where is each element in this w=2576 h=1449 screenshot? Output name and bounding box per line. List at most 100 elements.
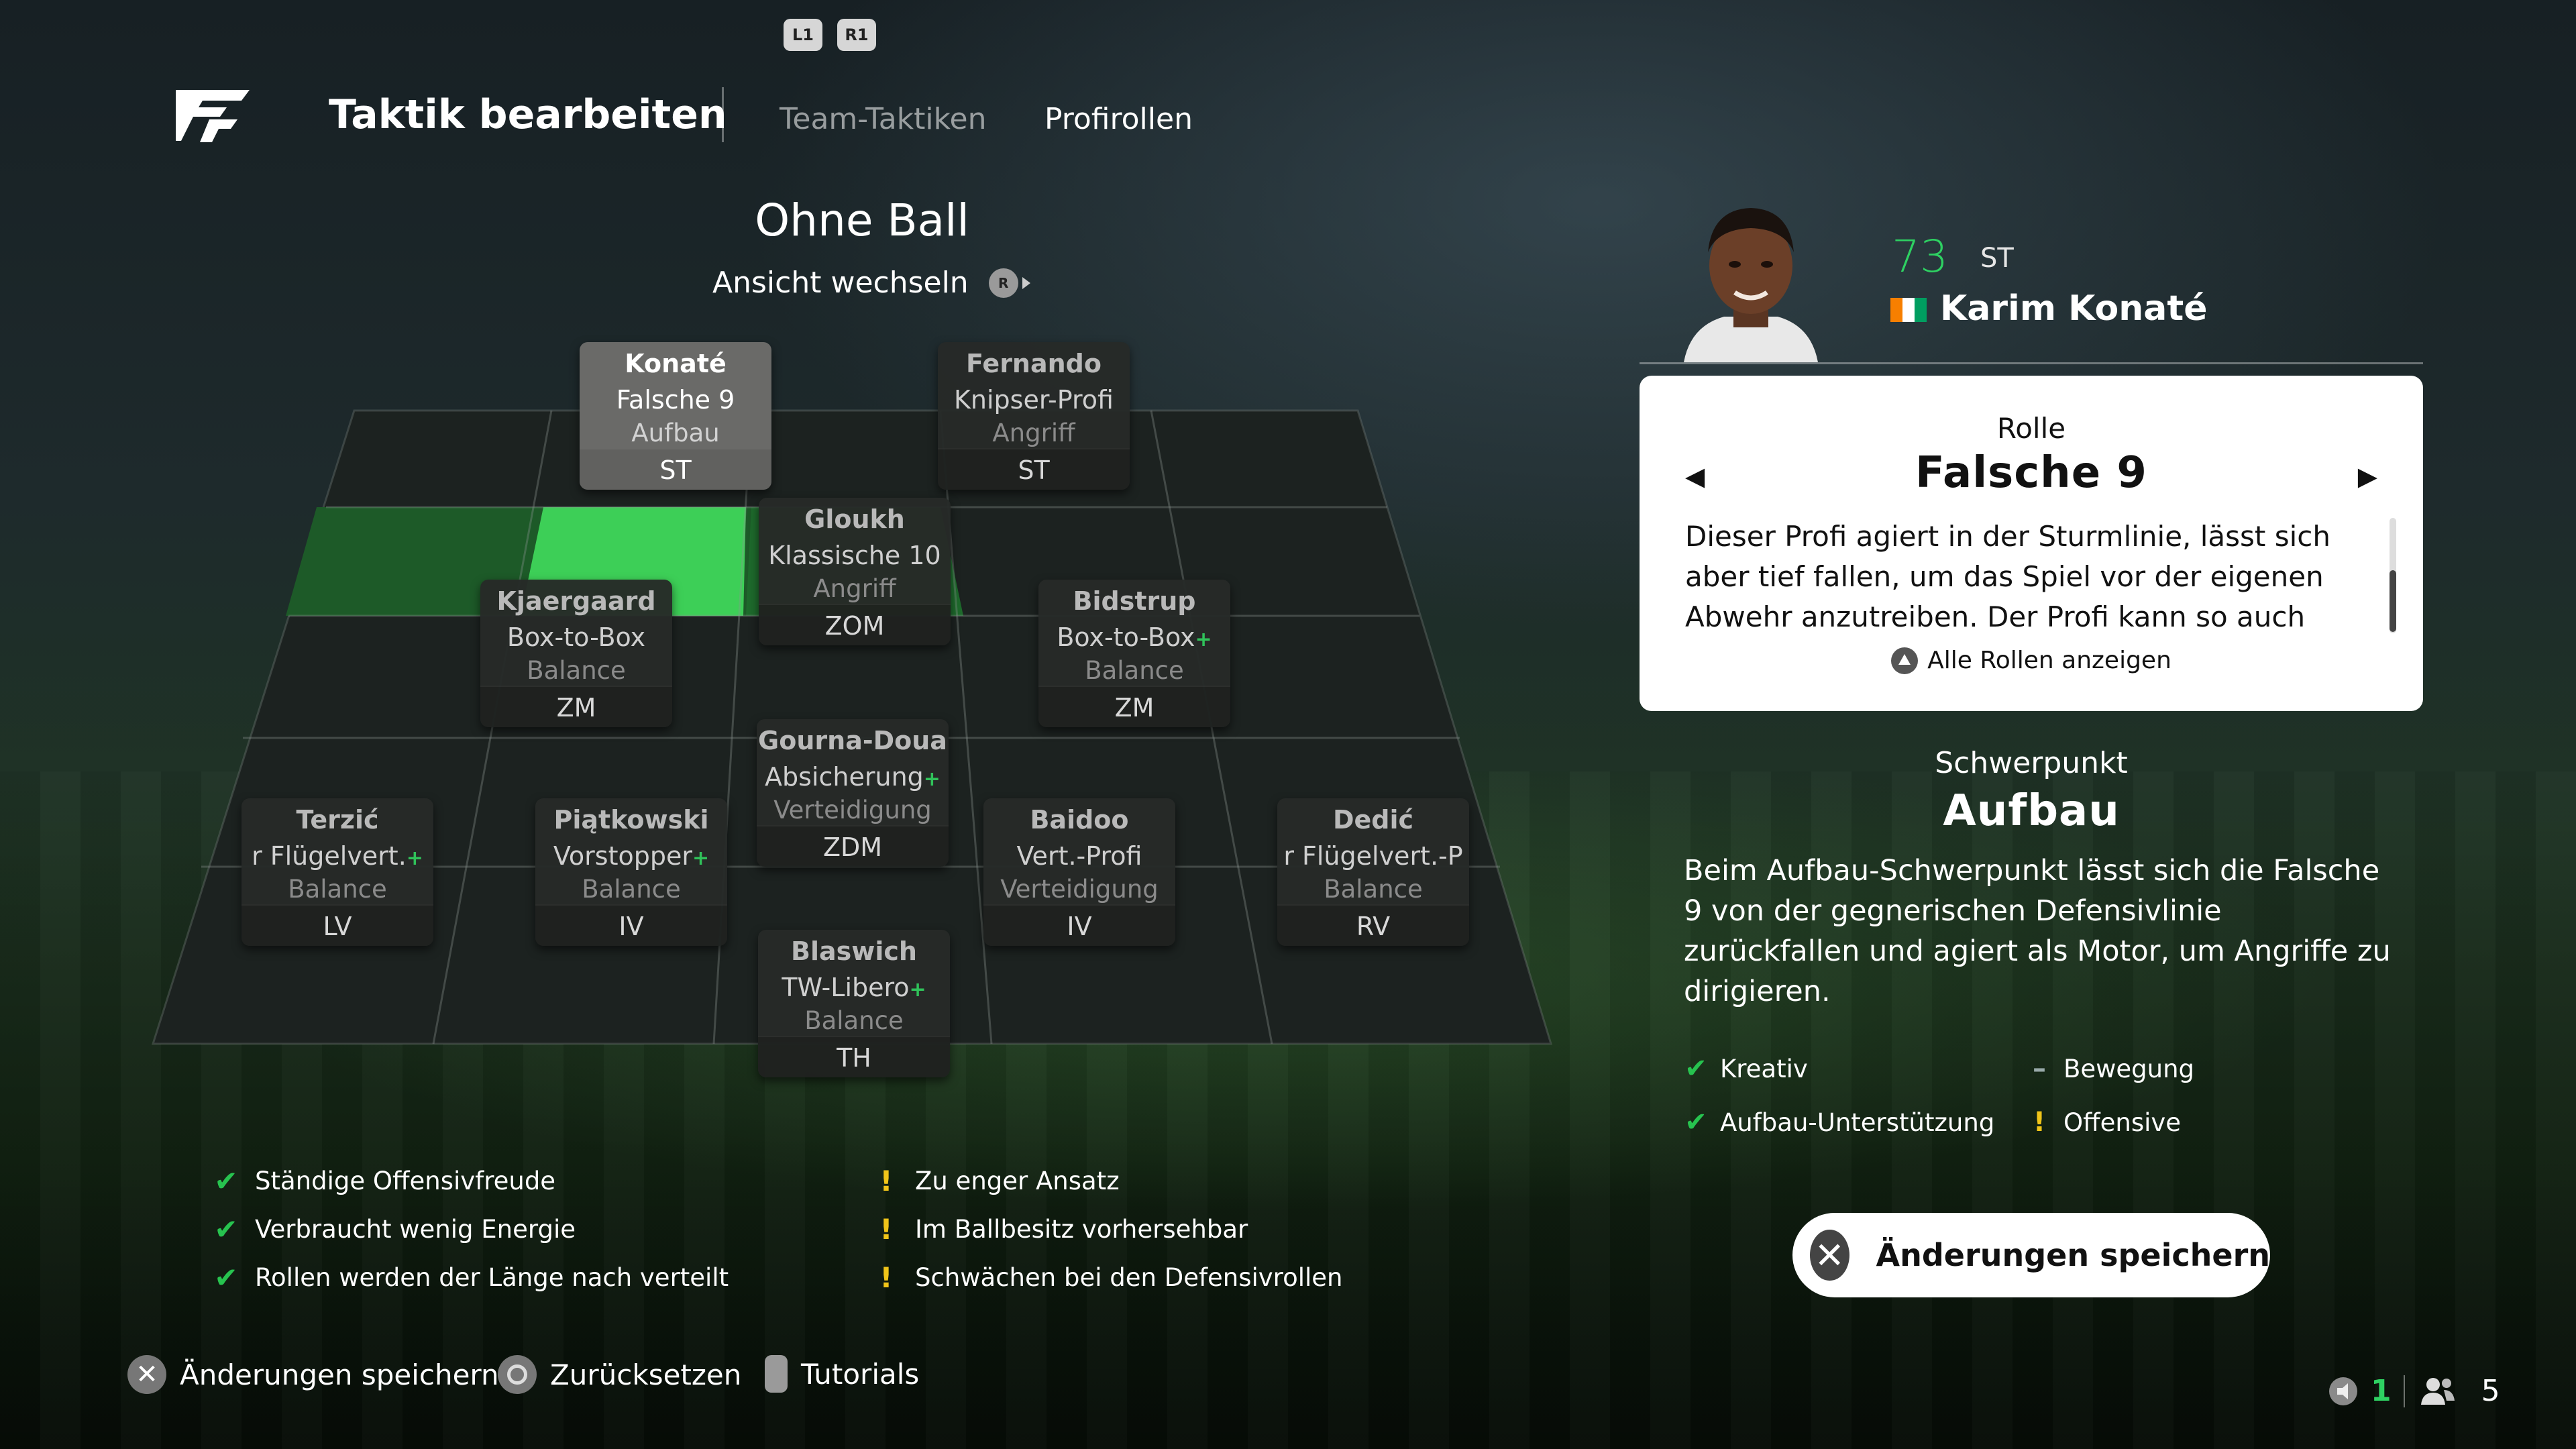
attribute-item: ✔ Kreativ — [1681, 1053, 1808, 1084]
player-role-text: Box-to-Box — [1057, 623, 1195, 652]
player-position: IV — [535, 904, 727, 946]
check-icon: ✔ — [214, 1164, 238, 1197]
ivory-coast-flag-icon — [1890, 298, 1927, 322]
player-position: ST — [938, 448, 1130, 490]
player-role: r Flügelvert.-P — [1283, 841, 1463, 871]
attribute-item: ✔ Aufbau-Unterstützung — [1681, 1107, 1994, 1138]
player-card[interactable]: Fernando Knipser-Profi Angriff ST — [938, 342, 1130, 490]
player-card[interactable]: Baidoo Vert.-Profi Verteidigung IV — [983, 798, 1175, 946]
player-position: ZOM — [759, 604, 951, 645]
player-name: Konaté — [625, 349, 727, 378]
footer-save-button[interactable]: ✕ Änderungen speichern — [127, 1355, 499, 1394]
tab-profirollen[interactable]: Profirollen — [1044, 102, 1193, 136]
list-item: ! Im Ballbesitz vorhersehbar — [868, 1205, 1343, 1253]
player-card[interactable]: Dedić r Flügelvert.-P Balance RV — [1277, 798, 1469, 946]
player-card[interactable]: Piątkowski Vorstopper+ Balance IV — [535, 798, 727, 946]
check-icon: ✔ — [1684, 1107, 1707, 1138]
list-item: ✔ Rollen werden der Länge nach verteilt — [208, 1253, 729, 1301]
player-card[interactable]: Bidstrup Box-to-Box+ Balance ZM — [1038, 580, 1230, 727]
player-name: Baidoo — [1030, 805, 1129, 835]
triangle-button-icon — [1891, 647, 1919, 674]
player-role-text: Vorstopper — [553, 841, 692, 871]
r1-bumper-icon[interactable]: R1 — [837, 19, 876, 51]
player-card[interactable]: Terzić r Flügelvert.+ Balance LV — [241, 798, 433, 946]
footer-save-label: Änderungen speichern — [180, 1358, 499, 1391]
player-position: ST — [580, 448, 771, 490]
player-role: Box-to-Box+ — [1038, 623, 1230, 652]
warning-icon: ! — [879, 1260, 893, 1294]
player-role-text: Absicherung — [765, 762, 924, 792]
player-name-header: Karim Konaté — [1940, 288, 2208, 329]
warning-icon: ! — [2033, 1107, 2046, 1138]
attribute-item: – Bewegung — [2025, 1053, 2194, 1084]
player-card[interactable]: Gourna-Doua Absicherung+ Verteidigung ZD… — [757, 719, 949, 867]
plus-icon: + — [692, 847, 710, 870]
l1-bumper-icon[interactable]: L1 — [784, 19, 822, 51]
attribute-label: Bewegung — [2063, 1054, 2195, 1083]
warning-icon: ! — [879, 1164, 893, 1197]
player-role-text: TW-Libero — [782, 973, 910, 1002]
footer-tutorials-button[interactable]: Tutorials — [765, 1355, 919, 1393]
focus-description: Beim Aufbau-Schwerpunkt lässt sich die F… — [1684, 854, 2391, 1008]
player-focus: Angriff — [992, 419, 1075, 447]
notification-icon[interactable] — [2328, 1376, 2359, 1407]
footer-reset-button[interactable]: Zurücksetzen — [498, 1355, 741, 1394]
player-focus: Verteidigung — [773, 796, 932, 824]
status-divider — [2403, 1375, 2405, 1407]
status-bar: 1 5 — [2328, 1374, 2500, 1408]
player-name: Terzić — [296, 805, 379, 835]
focus-label: Schwerpunkt — [1935, 746, 2128, 780]
player-focus: Balance — [1085, 656, 1184, 685]
player-card[interactable]: Kjaergaard Box-to-Box Balance ZM — [480, 580, 672, 727]
cross-button-icon: ✕ — [127, 1355, 166, 1394]
player-name: Gloukh — [804, 504, 905, 534]
player-role: Box-to-Box — [506, 623, 646, 652]
scrollbar-thumb[interactable] — [2390, 570, 2396, 632]
plus-icon: + — [1195, 628, 1212, 651]
dash-icon: – — [2033, 1053, 2046, 1084]
player-name: Dedić — [1332, 805, 1414, 835]
player-card[interactable]: Blaswich TW-Libero+ Balance TH — [758, 930, 950, 1077]
circle-button-icon — [498, 1355, 537, 1394]
player-name: Gourna-Doua — [758, 726, 947, 755]
player-card[interactable]: Konaté Falsche 9 Aufbau ST — [580, 342, 771, 490]
player-position: RV — [1277, 904, 1469, 946]
warning-icon: ! — [879, 1212, 893, 1246]
player-card[interactable]: Gloukh Klassische 10 Angriff ZOM — [759, 498, 951, 645]
player-role: r Flügelvert.+ — [241, 841, 433, 871]
player-role: Absicherung+ — [757, 762, 949, 792]
player-position: ZM — [1038, 686, 1230, 727]
next-role-icon[interactable]: ▶ — [2358, 462, 2377, 491]
player-position: ZDM — [757, 825, 949, 867]
weakness-label: Im Ballbesitz vorhersehbar — [915, 1214, 1248, 1244]
tab-team-taktiken[interactable]: Team-Taktiken — [780, 102, 987, 136]
role-label: Rolle — [1996, 412, 2066, 445]
page-title: Taktik bearbeiten — [329, 91, 727, 138]
strength-label: Verbraucht wenig Energie — [255, 1214, 576, 1244]
save-changes-label: Änderungen speichern — [1876, 1237, 2270, 1273]
player-focus: Balance — [1324, 875, 1423, 904]
player-position: ZM — [480, 686, 672, 727]
r-stick-icon: R — [988, 268, 1030, 298]
weaknesses-list: ! Zu enger Ansatz ! Im Ballbesitz vorherse… — [868, 1157, 1343, 1301]
player-role: Knipser-Profi — [954, 385, 1114, 415]
all-roles-link[interactable]: Alle Rollen anzeigen — [1640, 647, 2423, 674]
role-name: Falsche 9 — [1915, 448, 2147, 498]
player-name: Blaswich — [791, 936, 917, 966]
role-panel: Rolle ◀ Falsche 9 ▶ Dieser Profi agiert … — [1640, 376, 2423, 711]
save-changes-button[interactable]: ✕ Änderungen speichern — [1792, 1213, 2270, 1297]
player-position: TH — [758, 1036, 950, 1077]
cross-button-icon: ✕ — [1810, 1230, 1849, 1281]
header-separator — [1640, 362, 2423, 364]
player-focus: Balance — [288, 875, 387, 904]
check-icon: ✔ — [214, 1212, 238, 1246]
player-rating: 73 — [1892, 231, 1948, 282]
switch-view-control[interactable]: Ansicht wechseln R — [712, 266, 1030, 300]
list-item: ! Schwächen bei den Defensivrollen — [868, 1253, 1342, 1301]
friends-icon[interactable] — [2417, 1375, 2457, 1407]
attribute-label: Kreativ — [1720, 1054, 1808, 1083]
role-description: Dieser Profi agiert in der Sturmlinie, l… — [1685, 520, 2330, 633]
player-role: TW-Libero+ — [758, 973, 950, 1002]
footer-tutorials-label: Tutorials — [801, 1357, 920, 1391]
notification-count: 1 — [2371, 1374, 2392, 1408]
